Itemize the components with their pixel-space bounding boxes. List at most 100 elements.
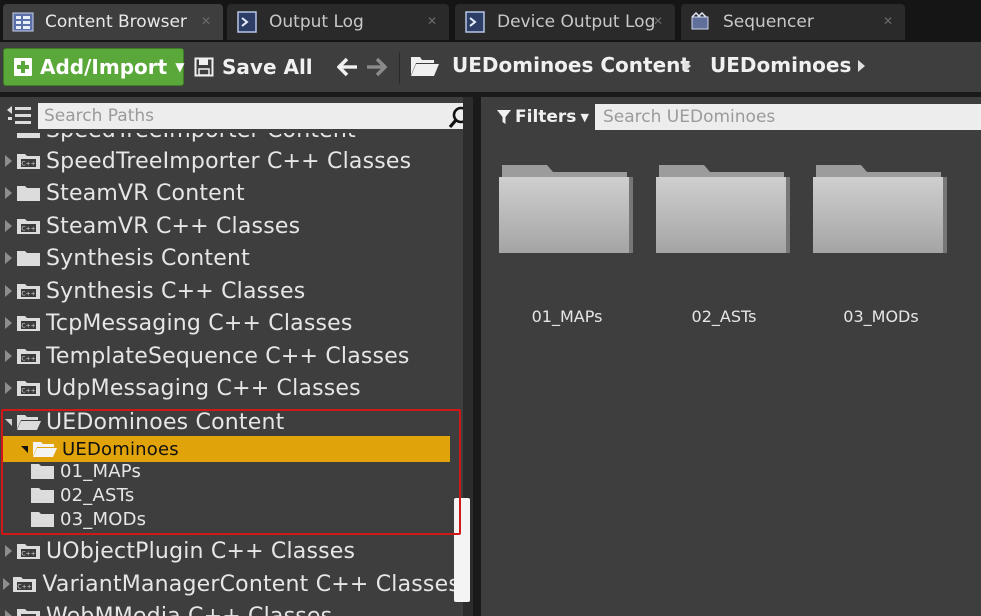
folder-icon [30,485,56,505]
collapse-arrow-icon[interactable] [16,445,32,453]
add-import-button[interactable]: Add/Import ▼ [3,48,184,86]
expand-arrow-icon[interactable] [0,155,16,167]
cpp-folder-icon: C++ [16,216,42,236]
tab-label: Sequencer [723,12,814,32]
asset-folder-02-asts[interactable]: 02_ASTs [654,157,794,347]
tree-item-webmmedia-cpp[interactable]: C++ WebMMedia C++ Classes [0,601,460,616]
tree-item-uedominoes-content[interactable]: UEDominoes Content [0,407,460,437]
expand-arrow-icon[interactable] [0,220,16,232]
svg-text:C++: C++ [21,226,35,233]
path-panel: SpeedTreeImporter Content C++ SpeedTreeI… [0,97,473,616]
tab-label: Device Output Log [497,12,656,32]
panel-splitter[interactable] [473,97,481,616]
tree-item-speedtreeimporter-cpp[interactable]: C++ SpeedTreeImporter C++ Classes [0,146,460,176]
tab-label: Output Log [269,12,364,32]
tab-output-log[interactable]: Output Log ✕ [227,4,449,40]
asset-folder-label: 03_MODs [843,307,919,326]
tree-item-templatesequence-cpp[interactable]: C++ TemplateSequence C++ Classes [0,341,460,371]
toolbar-separator [399,52,400,84]
tree-item-steamvr-cpp[interactable]: C++ SteamVR C++ Classes [0,211,460,241]
asset-panel: Filters ▼ 01_MAPs 02_ASTs 03_MODs [481,97,981,616]
search-paths-input[interactable] [38,103,473,129]
expand-arrow-icon[interactable] [0,545,16,557]
tab-content-browser[interactable]: Content Browser ✕ [3,4,223,40]
asset-folder-label: 02_ASTs [691,307,757,326]
breadcrumb-item-uedominoes[interactable]: UEDominoes [710,53,851,77]
tree-item-synthesis-cpp[interactable]: C++ Synthesis C++ Classes [0,276,460,306]
folder-icon [30,461,56,481]
tree-item-tcpmessaging-cpp[interactable]: C++ TcpMessaging C++ Classes [0,308,460,338]
cpp-folder-icon: C++ [16,378,42,398]
save-icon [194,57,214,77]
tree-item-steamvr-content[interactable]: SteamVR Content [0,178,460,208]
tree-item-variantmanagercontent-cpp[interactable]: C++ VariantManagerContent C++ Classes [0,569,460,599]
back-arrow-icon[interactable] [336,52,360,82]
cpp-folder-icon: C++ [16,606,42,616]
tree-toggle-icon[interactable] [6,105,32,127]
tree-item-uobjectplugin-cpp[interactable]: C++ UObjectPlugin C++ Classes [0,536,460,566]
expand-arrow-icon[interactable] [0,252,16,264]
content-browser-icon [11,11,35,33]
save-all-label: Save All [222,55,313,79]
collapse-arrow-icon[interactable] [0,418,16,426]
forward-arrow-icon[interactable] [364,52,388,82]
folder-icon [16,183,42,203]
folder-icon [813,165,947,253]
folder-icon [16,248,42,268]
tab-strip: Content Browser ✕ Output Log ✕ Device Ou… [0,0,981,42]
path-search-row [0,97,473,133]
add-import-label: Add/Import [40,55,168,79]
folder-icon [499,165,633,253]
svg-text:C++: C++ [21,388,35,395]
filters-button[interactable]: Filters ▼ [497,105,589,129]
breadcrumb-separator-icon[interactable] [684,60,691,72]
device-output-log-icon [463,11,487,33]
tree-item-udpmessaging-cpp[interactable]: C++ UdpMessaging C++ Classes [0,373,460,403]
close-icon[interactable]: ✕ [427,14,437,28]
add-icon [12,56,34,78]
breadcrumb-folder-icon[interactable] [410,54,440,80]
tab-device-output-log[interactable]: Device Output Log ✕ [455,4,675,40]
breadcrumb-item-uedominoes-content[interactable]: UEDominoes Content [452,53,690,77]
cpp-folder-icon: C++ [16,313,42,333]
expand-arrow-icon[interactable] [0,187,16,199]
tree-item-02-asts[interactable]: 02_ASTs [0,482,460,508]
close-icon[interactable]: ✕ [883,14,893,28]
cpp-folder-icon: C++ [12,574,38,594]
svg-text:C++: C++ [21,323,35,330]
save-all-button[interactable]: Save All [194,48,313,86]
svg-text:C++: C++ [21,291,35,298]
tab-sequencer[interactable]: Sequencer ✕ [681,4,905,40]
close-icon[interactable]: ✕ [653,14,663,28]
folder-icon [656,165,790,253]
expand-arrow-icon[interactable] [0,350,16,362]
tree-item-03-mods[interactable]: 03_MODs [0,506,460,532]
path-scrollbar-thumb[interactable] [454,498,470,602]
close-icon[interactable]: ✕ [201,14,211,28]
breadcrumb-separator-icon[interactable] [858,60,865,72]
expand-arrow-icon[interactable] [0,317,16,329]
chevron-down-icon: ▼ [175,60,185,74]
asset-folder-03-mods[interactable]: 03_MODs [811,157,951,347]
filters-label: Filters [515,107,577,127]
output-log-icon [235,11,259,33]
filter-icon [497,109,511,125]
sequencer-icon [689,11,713,33]
asset-folder-01-maps[interactable]: 01_MAPs [497,157,637,347]
cpp-folder-icon: C++ [16,281,42,301]
search-assets-input[interactable] [595,104,981,130]
tree-item-01-maps[interactable]: 01_MAPs [0,458,460,484]
asset-folder-label: 01_MAPs [531,307,603,326]
svg-text:C++: C++ [18,584,32,591]
expand-arrow-icon[interactable] [0,610,16,616]
folder-icon [30,509,56,529]
tree-item-synthesis-content[interactable]: Synthesis Content [0,243,460,273]
cpp-folder-icon: C++ [16,346,42,366]
toolbar: Add/Import ▼ Save All UEDominoes Content… [0,42,981,92]
open-folder-icon [32,439,58,459]
expand-arrow-icon[interactable] [0,285,16,297]
open-folder-icon [16,412,42,432]
expand-arrow-icon[interactable] [0,578,12,590]
expand-arrow-icon[interactable] [0,382,16,394]
svg-text:C++: C++ [21,161,35,168]
